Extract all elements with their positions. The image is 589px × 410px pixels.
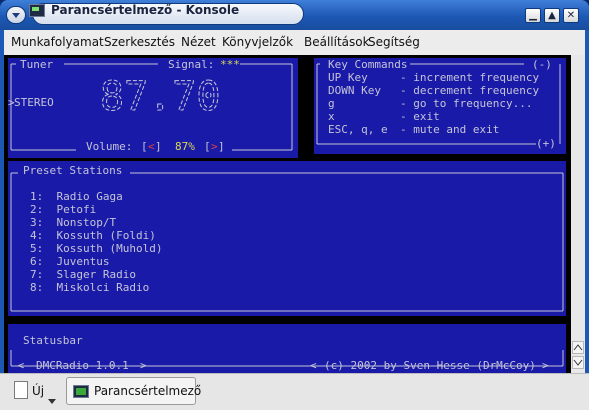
session-tab[interactable]: Parancsértelmező bbox=[66, 377, 201, 405]
frequency-digits: 87.70 bbox=[100, 74, 220, 120]
new-session-icon bbox=[14, 381, 28, 399]
menu-workspace[interactable]: Munkafolyamat bbox=[11, 35, 104, 49]
preset-station-item[interactable]: 5: Kossuth (Muhold) bbox=[30, 242, 162, 255]
menu-bookmarks[interactable]: Könyvjelzők bbox=[222, 35, 293, 49]
minimize-button[interactable]: ▁ bbox=[525, 8, 541, 23]
menu-view[interactable]: Nézet bbox=[181, 35, 216, 49]
signal-label: Signal: bbox=[168, 58, 215, 71]
command-key: ESC, q, e bbox=[328, 123, 388, 136]
command-key: DOWN Key bbox=[328, 84, 381, 97]
statusbar-copyright: (c) 2002 by Sven Hesse (DrMcCoy) bbox=[324, 359, 536, 372]
command-key: x bbox=[328, 110, 335, 123]
command-key: UP Key bbox=[328, 71, 368, 84]
volume-value: 87% bbox=[175, 140, 195, 153]
signal-value: *** bbox=[220, 58, 240, 71]
commands-expand-button[interactable]: (+) bbox=[536, 137, 556, 150]
preset-station-item[interactable]: 6: Juventus bbox=[30, 255, 109, 268]
preset-station-item[interactable]: 7: Slager Radio bbox=[30, 268, 136, 281]
statusbar-left-bracket: -< bbox=[11, 359, 25, 372]
session-tab-bar: Új Parancsértelmező bbox=[0, 373, 589, 410]
command-description: - mute and exit bbox=[400, 123, 500, 136]
session-tab-label: Parancsértelmező bbox=[94, 384, 202, 398]
statusbar-end-bracket: >- bbox=[542, 359, 556, 372]
command-key: g bbox=[328, 97, 335, 110]
presets-title: Preset Stations bbox=[23, 164, 123, 177]
command-description: - decrement frequency bbox=[400, 84, 540, 97]
commands-title: Key Commands bbox=[328, 58, 408, 71]
statusbar-app-name: DMCRadio 1.0.1 bbox=[36, 359, 129, 372]
volume-bracket-open-2: [ bbox=[204, 140, 211, 153]
terminal-icon bbox=[73, 385, 89, 398]
preset-station-item[interactable]: 1: Radio Gaga bbox=[30, 190, 123, 203]
preset-station-item[interactable]: 3: Nonstop/T bbox=[30, 216, 116, 229]
command-description: - go to frequency... bbox=[400, 97, 533, 110]
scroll-down-arrow[interactable] bbox=[572, 356, 584, 369]
konsole-app-icon bbox=[29, 4, 45, 17]
preset-station-item[interactable]: 4: Kossuth (Foldi) bbox=[30, 229, 156, 242]
volume-increase-arrow[interactable]: > bbox=[211, 140, 218, 153]
preset-stations-panel: Preset Stations 1: Radio Gaga 2: Petofi 3:… bbox=[8, 161, 566, 316]
tuner-title: Tuner bbox=[20, 58, 54, 71]
tuner-panel: 87.70 Tuner Signal: *** > STEREO Volume:… bbox=[8, 58, 298, 158]
vertical-scrollbar[interactable] bbox=[571, 55, 585, 373]
stereo-indicator: STEREO bbox=[14, 96, 54, 109]
title-bar[interactable]: Parancsértelmező - Konsole ▁ ▲ ✕ bbox=[0, 0, 589, 30]
volume-label: Volume: bbox=[86, 140, 133, 153]
volume-bracket-close: ] bbox=[155, 140, 162, 153]
menu-settings[interactable]: Beállítások bbox=[304, 35, 370, 49]
maximize-button[interactable]: ▲ bbox=[544, 8, 560, 23]
tuner-frequency-display: 87.70 bbox=[100, 74, 221, 121]
window-title: Parancsértelmező - Konsole bbox=[51, 3, 240, 17]
menu-bar: Munkafolyamat Szerkesztés Nézet Könyvjel… bbox=[4, 30, 585, 55]
volume-decrease-arrow[interactable]: < bbox=[148, 140, 155, 153]
chevron-down-icon[interactable] bbox=[48, 399, 56, 404]
statusbar-right-bracket: < bbox=[310, 359, 317, 372]
statusbar-title: Statusbar bbox=[23, 334, 83, 347]
scroll-up-arrow[interactable] bbox=[572, 341, 584, 354]
key-commands-panel: Key Commands (-) UP Key - increment frequ… bbox=[314, 58, 566, 154]
volume-bracket-open: [ bbox=[141, 140, 148, 153]
menu-help[interactable]: Segítség bbox=[368, 35, 420, 49]
menu-edit[interactable]: Szerkesztés bbox=[104, 35, 175, 49]
volume-bracket-close-2: ] bbox=[218, 140, 225, 153]
window-menu-button[interactable] bbox=[6, 6, 26, 24]
statusbar-panel: Statusbar -< DMCRadio 1.0.1 > < (c) 2002… bbox=[8, 324, 566, 373]
preset-station-item[interactable]: 8: Miskolci Radio bbox=[30, 281, 149, 294]
preset-station-item[interactable]: 2: Petofi bbox=[30, 203, 96, 216]
konsole-window: Parancsértelmező - Konsole ▁ ▲ ✕ Munkafo… bbox=[0, 0, 589, 410]
command-description: - increment frequency bbox=[400, 71, 540, 84]
new-session-label: Új bbox=[32, 384, 45, 398]
terminal-area[interactable]: 87.70 Tuner Signal: *** > STEREO Volume:… bbox=[4, 55, 585, 373]
new-session-button[interactable]: Új bbox=[8, 379, 60, 407]
close-button[interactable]: ✕ bbox=[563, 8, 579, 23]
statusbar-mid-bracket: > bbox=[140, 359, 147, 372]
command-description: - exit bbox=[400, 110, 440, 123]
commands-collapse-button[interactable]: (-) bbox=[532, 58, 552, 71]
